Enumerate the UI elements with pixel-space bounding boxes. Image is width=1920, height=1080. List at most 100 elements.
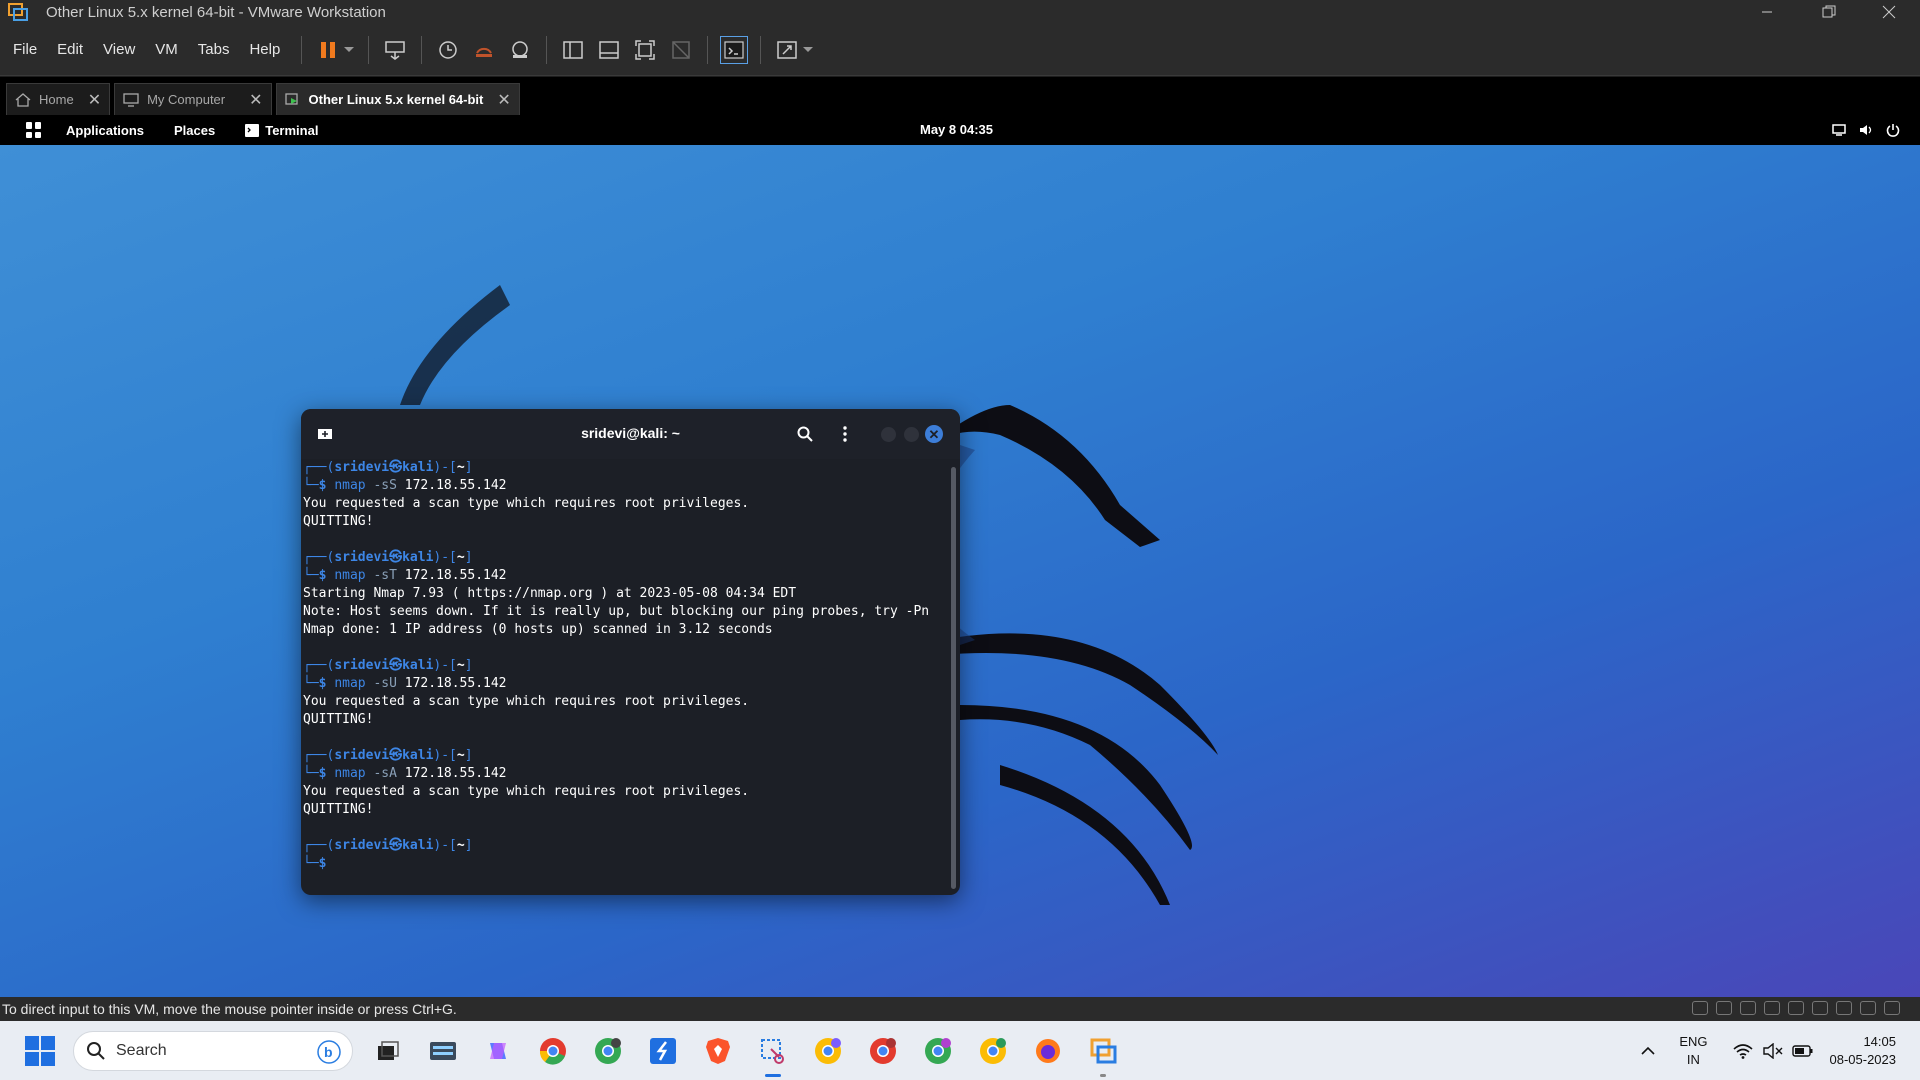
snapshot-manager-icon bbox=[512, 40, 529, 58]
suspend-button[interactable] bbox=[314, 36, 342, 64]
status-message: To direct input to this VM, move the mou… bbox=[2, 1001, 457, 1017]
close-tab-icon[interactable]: ✕ bbox=[249, 90, 262, 110]
taskbar-date: 08-05-2023 bbox=[1829, 1051, 1897, 1067]
vmware-menubar: File Edit View VM Tabs Help bbox=[0, 24, 1920, 76]
output-line: You requested a scan type which requires… bbox=[303, 496, 750, 511]
terminal-scrollbar[interactable] bbox=[951, 467, 956, 889]
hdd-icon[interactable] bbox=[1692, 1001, 1708, 1015]
revert-icon bbox=[476, 47, 493, 57]
language-indicator[interactable]: ENG IN bbox=[1679, 1033, 1707, 1069]
taskbar-chrome-2[interactable] bbox=[588, 1031, 628, 1071]
vmware-icon bbox=[1090, 1038, 1117, 1063]
maximize-terminal-button[interactable] bbox=[904, 427, 919, 442]
minimize-button[interactable] bbox=[1744, 0, 1790, 24]
network-icon[interactable] bbox=[1764, 1001, 1780, 1015]
tab-other-linux-vm[interactable]: Other Linux 5.x kernel 64-bit ✕ bbox=[275, 83, 520, 115]
taskbar-chrome-5[interactable] bbox=[918, 1031, 958, 1071]
command-name: nmap bbox=[334, 766, 374, 781]
menu-help[interactable]: Help bbox=[242, 41, 287, 58]
windows-start-icon[interactable] bbox=[25, 1035, 55, 1066]
revert-snapshot-button[interactable] bbox=[470, 36, 498, 64]
vm-icon bbox=[284, 92, 298, 105]
menu-view[interactable]: View bbox=[96, 41, 142, 58]
muted-volume-icon[interactable] bbox=[1762, 1040, 1784, 1062]
message-log-icon[interactable] bbox=[1884, 1001, 1900, 1015]
unity-button[interactable] bbox=[667, 36, 695, 64]
activities-grid-icon[interactable] bbox=[26, 122, 42, 138]
stretch-button[interactable] bbox=[773, 36, 801, 64]
kali-dragon-wallpaper-icon bbox=[400, 285, 1218, 905]
close-tab-icon[interactable]: ✕ bbox=[88, 90, 101, 110]
task-view-button[interactable] bbox=[368, 1031, 408, 1071]
toolbar-separator bbox=[546, 35, 548, 64]
taskbar-copilot[interactable] bbox=[478, 1031, 518, 1071]
close-tab-icon[interactable]: ✕ bbox=[497, 90, 510, 110]
menu-button[interactable] bbox=[835, 424, 855, 444]
close-window-button[interactable] bbox=[1866, 0, 1912, 24]
close-terminal-button[interactable]: ✕ bbox=[925, 425, 943, 443]
taskbar-app-s[interactable] bbox=[643, 1031, 683, 1071]
taskbar-search[interactable]: Search b bbox=[73, 1030, 353, 1071]
places-menu[interactable]: Places bbox=[174, 123, 215, 138]
terminal-window[interactable]: sridevi@kali: ~ ✕ ┌──(sridevi㉿kali)-[~] └… bbox=[301, 409, 960, 895]
terminal-app-menu[interactable]: Terminal bbox=[245, 123, 318, 138]
tab-my-computer[interactable]: My Computer ✕ bbox=[114, 83, 272, 115]
output-line: Starting Nmap 7.93 ( https://nmap.org ) … bbox=[303, 586, 797, 601]
sound-icon[interactable] bbox=[1836, 1001, 1852, 1015]
thumbnail-bar-button[interactable] bbox=[595, 36, 623, 64]
usb-icon[interactable] bbox=[1788, 1001, 1804, 1015]
sway-icon bbox=[650, 1037, 676, 1064]
taskbar-chrome-4[interactable] bbox=[863, 1031, 903, 1071]
cdrom-icon[interactable] bbox=[1716, 1001, 1732, 1015]
applications-menu[interactable]: Applications bbox=[66, 123, 144, 138]
output-line: QUITTING! bbox=[303, 514, 374, 529]
send-ctrl-alt-del-button[interactable] bbox=[381, 36, 409, 64]
search-placeholder: Search bbox=[116, 1041, 167, 1059]
terminal-titlebar[interactable]: sridevi@kali: ~ ✕ bbox=[301, 409, 960, 459]
taskbar-chrome-1[interactable] bbox=[533, 1031, 573, 1071]
taskbar-clock[interactable]: 14:05 08-05-2023 bbox=[1830, 1033, 1897, 1069]
stretch-dropdown[interactable] bbox=[801, 36, 815, 64]
power-dropdown[interactable] bbox=[342, 36, 356, 64]
printer-icon[interactable] bbox=[1812, 1001, 1828, 1015]
show-library-button[interactable] bbox=[559, 36, 587, 64]
cdrom2-icon[interactable] bbox=[1740, 1001, 1756, 1015]
search-button[interactable] bbox=[795, 424, 815, 444]
taskbar-vmware[interactable] bbox=[1083, 1031, 1123, 1077]
tab-home[interactable]: Home ✕ bbox=[6, 83, 111, 115]
restore-button[interactable] bbox=[1806, 0, 1852, 24]
command-line: └─$ nmap -sU 172.18.55.142 bbox=[303, 676, 507, 691]
chevron-down-icon bbox=[803, 46, 814, 52]
menu-file[interactable]: File bbox=[6, 41, 44, 58]
panel-clock[interactable]: May 8 04:35 bbox=[920, 122, 993, 137]
terminal-output[interactable]: ┌──(sridevi㉿kali)-[~] └─$ nmap -sS 172.18… bbox=[303, 459, 946, 895]
command-name: nmap bbox=[334, 568, 374, 583]
taskbar-firefox[interactable] bbox=[1028, 1031, 1068, 1071]
task-view-icon bbox=[378, 1040, 399, 1060]
snapshot-manager-button[interactable] bbox=[506, 36, 534, 64]
menu-edit[interactable]: Edit bbox=[50, 41, 90, 58]
svg-text:b: b bbox=[324, 1044, 333, 1060]
console-view-button[interactable] bbox=[720, 35, 749, 64]
taskbar-snipping-tool[interactable] bbox=[753, 1031, 793, 1077]
wifi-icon[interactable] bbox=[1732, 1040, 1754, 1062]
volume-icon[interactable] bbox=[1857, 121, 1875, 139]
command-flag: -sT bbox=[373, 568, 405, 583]
active-indicator bbox=[765, 1073, 781, 1077]
tab-label: Other Linux 5.x kernel 64-bit bbox=[308, 92, 484, 107]
display-status-icon[interactable] bbox=[1860, 1001, 1876, 1015]
battery-icon[interactable] bbox=[1791, 1040, 1814, 1062]
full-screen-button[interactable] bbox=[631, 36, 659, 64]
show-hidden-icons-button[interactable] bbox=[1637, 1040, 1659, 1062]
output-line: You requested a scan type which requires… bbox=[303, 694, 750, 709]
taskbar-chrome-6[interactable] bbox=[973, 1031, 1013, 1071]
menu-tabs[interactable]: Tabs bbox=[191, 41, 237, 58]
power-icon[interactable] bbox=[1884, 121, 1902, 139]
snapshot-button[interactable] bbox=[434, 36, 462, 64]
taskbar-chrome-3[interactable] bbox=[808, 1031, 848, 1071]
display-icon[interactable] bbox=[1830, 121, 1848, 139]
menu-vm[interactable]: VM bbox=[148, 41, 185, 58]
taskbar-terminal-app[interactable] bbox=[423, 1031, 463, 1071]
minimize-terminal-button[interactable] bbox=[881, 427, 896, 442]
taskbar-brave[interactable] bbox=[698, 1031, 738, 1071]
